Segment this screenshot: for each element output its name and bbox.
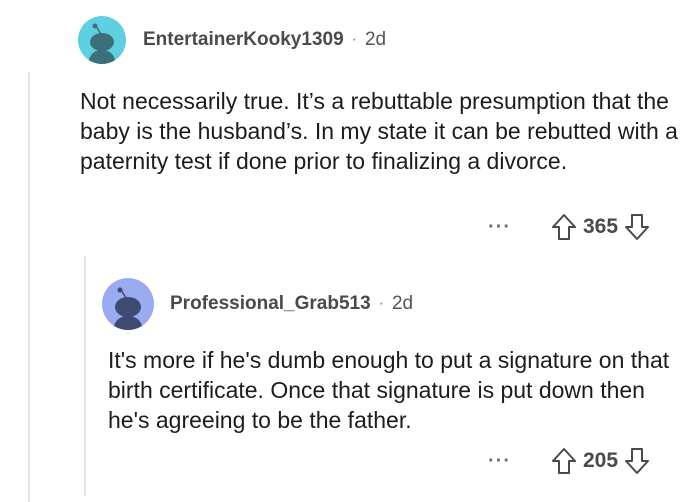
comment-age: 2d — [364, 29, 387, 50]
username[interactable]: Professional_Grab513 — [170, 293, 371, 315]
username[interactable]: EntertainerKooky1309 — [143, 29, 344, 51]
thread-line[interactable] — [28, 72, 30, 502]
meta-separator: · — [378, 295, 384, 312]
more-options-button[interactable]: ··· — [488, 216, 511, 239]
comment-body: It's more if he's dumb enough to put a s… — [108, 347, 670, 433]
vote-score: 205 — [582, 449, 619, 472]
arrow-up-outline-icon — [551, 214, 576, 240]
downvote-button[interactable] — [624, 447, 650, 475]
reply-thread-line[interactable] — [84, 256, 86, 496]
meta-separator: · — [351, 31, 357, 48]
downvote-button[interactable] — [624, 213, 650, 241]
comment-actions: ··· 205 — [488, 447, 650, 475]
snoo-avatar-icon — [113, 287, 143, 330]
comment-age: 2d — [391, 293, 414, 314]
vote-score: 365 — [582, 215, 619, 238]
comment-body: Not necessarily true. It’s a rebuttable … — [80, 88, 678, 174]
avatar[interactable] — [78, 16, 126, 64]
arrow-down-outline-icon — [625, 448, 650, 474]
arrow-down-outline-icon — [625, 214, 650, 240]
comment-header: Professional_Grab513 · 2d — [102, 278, 413, 330]
upvote-button[interactable] — [551, 447, 577, 475]
arrow-up-outline-icon — [551, 448, 576, 474]
comment-actions: ··· 365 — [488, 213, 650, 241]
more-options-button[interactable]: ··· — [488, 450, 511, 473]
avatar[interactable] — [102, 278, 154, 330]
comment-header: EntertainerKooky1309 · 2d — [78, 16, 386, 64]
upvote-button[interactable] — [551, 213, 577, 241]
snoo-avatar-icon — [88, 23, 116, 64]
